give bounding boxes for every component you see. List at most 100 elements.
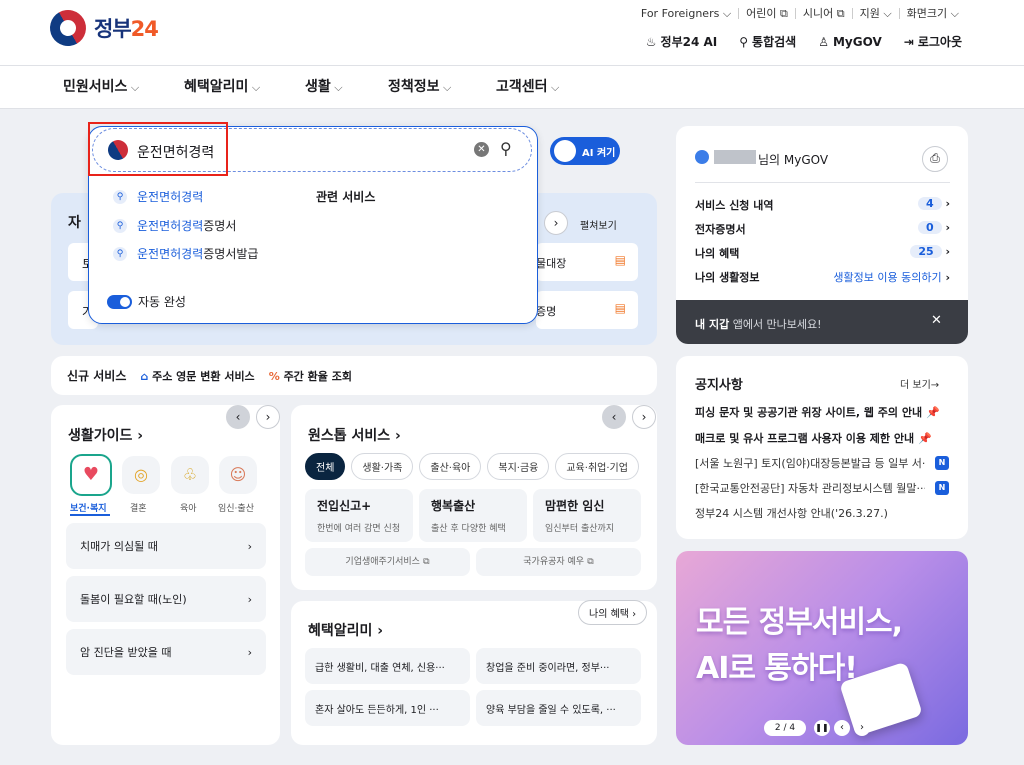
utility-links: For Foreigners ⌵ 어린이 ⧉ 시니어 ⧉ 지원 ⌵ 화면크기 ⌵ (634, 8, 966, 19)
onestop-title[interactable]: 원스톱 서비스 › (308, 425, 401, 445)
new-services-bar: 신규 서비스 ⌂ 주소 영문 변환 서비스 % 주간 환율 조회 (51, 356, 657, 395)
screen-size-link[interactable]: 화면크기 ⌵ (898, 8, 966, 19)
chevron-right-icon: › (247, 645, 252, 659)
filter-all[interactable]: 전체 (305, 453, 346, 480)
notice-item[interactable]: 피싱 문자 및 공공기관 위장 사이트, 웹 주의 안내 📌 (695, 404, 940, 420)
filter-life-family[interactable]: 생활·가족 (351, 453, 414, 480)
next-arrow-icon[interactable]: › (632, 405, 656, 429)
category-label-selected: 보건·복지 (70, 504, 107, 514)
nav-customer-center[interactable]: 고객센터 (496, 76, 559, 96)
onestop-tile[interactable]: 전입신고+ 한번에 여러 감면 신청 (305, 489, 413, 542)
nav-benefit[interactable]: 혜택알리미 (184, 76, 260, 96)
rings-icon[interactable]: ◎ (122, 456, 160, 494)
new-badge-icon: N (935, 481, 949, 495)
mygov-button[interactable]: ♙ MyGOV (818, 33, 882, 50)
prev-arrow-icon[interactable]: ‹ (226, 405, 250, 429)
senior-link[interactable]: 시니어 ⧉ (794, 8, 852, 19)
document-icon: ▤ (614, 253, 626, 267)
onestop-filters: 전체 생활·가족 출산·육아 복지·금융 교육·취업·기업 (305, 453, 639, 480)
nav-civil-service[interactable]: 민원서비스 (63, 76, 139, 96)
mygov-row[interactable]: 나의 생활정보 생활정보 이용 동의하기 › (695, 269, 950, 285)
masked-username (714, 150, 756, 164)
category-label: 결혼 (130, 504, 147, 514)
life-guide-title[interactable]: 생활가이드 › (68, 425, 143, 445)
autocomplete-toggle[interactable]: 자동 완성 (107, 293, 186, 310)
search-icon[interactable]: ⚲ (500, 139, 512, 158)
address-english-link[interactable]: ⌂ 주소 영문 변환 서비스 (140, 368, 254, 384)
filter-welfare-finance[interactable]: 복지·금융 (487, 453, 550, 480)
suggestion-item[interactable]: ⚲ 운전면허경력증명서 (113, 217, 236, 234)
biz-lifecycle-link[interactable]: 기업생애주기서비스 ⧉ (305, 548, 470, 576)
search-icon: ⚲ (113, 189, 127, 204)
heart-icon[interactable]: ♥ (70, 454, 112, 496)
region-link[interactable]: 지원 ⌵ (851, 8, 899, 19)
frequent-title: 자 (68, 215, 81, 231)
notice-item[interactable]: 매크로 및 유사 프로그램 사용자 이용 제한 안내 📌 (695, 430, 932, 446)
related-services-title: 관련 서비스 (316, 190, 376, 204)
pregnant-icon[interactable]: ☺ (219, 456, 257, 494)
guide-row[interactable]: 돌봄이 필요할 때(노인) › (66, 576, 266, 622)
onestop-tile[interactable]: 맘편한 임신 임신부터 출산까지 (533, 489, 641, 542)
mygov-title: 님의 MyGOV (758, 153, 829, 167)
prev-arrow-icon[interactable]: ‹ (602, 405, 626, 429)
guide-row[interactable]: 치매가 의심될 때 › (66, 523, 266, 569)
mygov-row[interactable]: 나의 혜택 25 › (695, 245, 950, 261)
close-icon[interactable]: ✕ (931, 313, 942, 328)
main-utility: ♨ 정부24 AI ⚲ 통합검색 ♙ MyGOV ⇥ 로그아웃 (646, 33, 962, 50)
stroller-icon[interactable]: ♧ (171, 456, 209, 494)
nav-life[interactable]: 생활 (305, 76, 343, 96)
frequent-item-right-1[interactable]: 물대장 ▤ (536, 243, 638, 281)
my-benefit-button[interactable]: 나의 혜택 › (578, 600, 648, 625)
logout-button[interactable]: ⇥ 로그아웃 (904, 33, 962, 50)
category-underline (70, 514, 110, 516)
for-foreigners-link[interactable]: For Foreigners ⌵ (634, 8, 738, 19)
ai-toggle-button[interactable]: AI 켜기 (550, 137, 620, 165)
integrated-search-button[interactable]: ⚲ 통합검색 (739, 33, 796, 50)
chevron-right-icon: › (247, 592, 252, 606)
benefit-item[interactable]: 창업을 준비 중이라면, 정부··· (476, 648, 641, 684)
highlight-box (88, 122, 228, 176)
mygov-row[interactable]: 서비스 신청 내역 4 › (695, 197, 950, 213)
exchange-rate-link[interactable]: % 주간 환율 조회 (269, 368, 352, 384)
filter-birth-childcare[interactable]: 출산·육아 (419, 453, 482, 480)
suggestion-item[interactable]: ⚲ 운전면허경력 (113, 188, 203, 205)
next-arrow-icon[interactable]: › (544, 211, 568, 235)
notice-title: 공지사항 (695, 378, 743, 393)
pause-icon[interactable]: ❚❚ (814, 720, 830, 736)
category-label: 임신·출산 (218, 504, 254, 514)
prev-arrow-icon[interactable]: ‹ (834, 720, 850, 736)
toggle-switch[interactable] (107, 294, 132, 309)
suggestion-item[interactable]: ⚲ 운전면허경력증명서발급 (113, 245, 258, 262)
benefit-item[interactable]: 양육 부담을 줄일 수 있도록, ··· (476, 690, 641, 726)
nav-policy[interactable]: 정책정보 (388, 76, 451, 96)
print-icon[interactable]: ⎙ (922, 146, 948, 172)
frequent-item-right-2[interactable]: 증명 ▤ (536, 291, 638, 329)
notice-item[interactable]: [서울 노원구] 토지(임야)대장등본발급 등 일부 서··· (695, 455, 925, 471)
onestop-tile[interactable]: 행복출산 출산 후 다양한 혜택 (419, 489, 527, 542)
pin-icon: 📌 (917, 432, 932, 445)
guide-row[interactable]: 암 진단을 받았을 때 › (66, 629, 266, 675)
mygov-row[interactable]: 전자증명서 0 › (695, 221, 950, 237)
benefit-item[interactable]: 급한 생활비, 대출 연체, 신용··· (305, 648, 470, 684)
clear-icon[interactable]: ✕ (474, 142, 489, 157)
expand-button[interactable]: 펼쳐보기 (580, 217, 617, 232)
logout-icon: ⇥ (903, 34, 914, 49)
new-badge-icon: N (935, 456, 949, 470)
benefit-title[interactable]: 혜택알리미 › (308, 620, 383, 640)
promo-banner[interactable]: 모든 정부서비스, AI로 통하다! 2 / 4 ❚❚ ‹ › (676, 551, 968, 745)
gov24-ai-button[interactable]: ♨ 정부24 AI (646, 33, 717, 50)
notice-more-link[interactable]: 더 보기→ (900, 376, 939, 391)
next-arrow-icon[interactable]: › (256, 405, 280, 429)
pin-icon: 📌 (925, 406, 940, 419)
divider (695, 182, 950, 183)
next-arrow-icon[interactable]: › (854, 720, 870, 736)
notice-item[interactable]: [한국교통안전공단] 자동차 관리정보시스템 월말··· (695, 480, 925, 496)
notice-item[interactable]: 정부24 시스템 개선사항 안내('26.3.27.) (695, 505, 888, 521)
site-logo[interactable]: 정부24 (43, 3, 159, 53)
benefit-item[interactable]: 혼자 살아도 든든하게, 1인 ··· (305, 690, 470, 726)
search-icon: ⚲ (739, 34, 749, 49)
kids-link[interactable]: 어린이 ⧉ (738, 8, 795, 19)
veterans-link[interactable]: 국가유공자 예우 ⧉ (476, 548, 641, 576)
category-label: 육아 (180, 504, 197, 514)
filter-edu-job-biz[interactable]: 교육·취업·기업 (555, 453, 639, 480)
